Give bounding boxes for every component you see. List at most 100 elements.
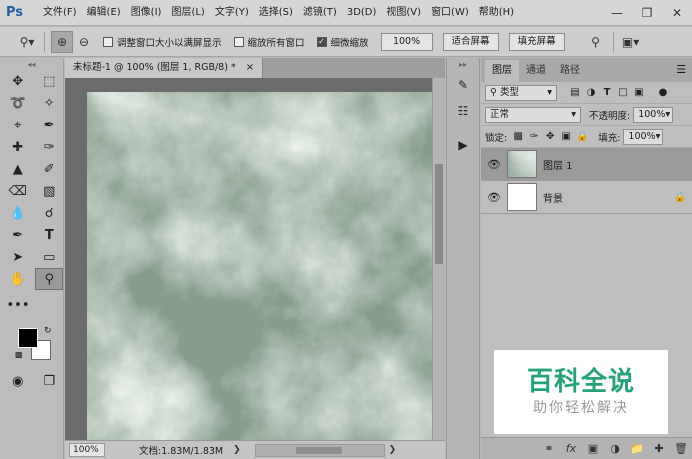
gradient-tool-icon[interactable]: ▧ xyxy=(36,180,64,202)
cloud-canvas[interactable] xyxy=(87,92,432,440)
menu-image[interactable]: 图像(I) xyxy=(126,0,167,26)
menu-window[interactable]: 窗口(W) xyxy=(426,0,474,26)
more-tools-icon[interactable]: ••• xyxy=(4,294,32,316)
healing-brush-icon[interactable]: ✚ xyxy=(4,136,32,158)
lock-artboard-icon[interactable]: ▣ xyxy=(558,131,574,142)
actions-play-icon[interactable]: ▶ xyxy=(452,134,474,156)
canvas-area[interactable] xyxy=(65,78,432,440)
fit-screen-button[interactable]: 适合屏幕 xyxy=(442,32,499,51)
horizontal-scrollbar[interactable] xyxy=(254,443,385,457)
zoom-in-icon[interactable]: ⊕ xyxy=(51,30,73,53)
scroll-right-icon[interactable]: ❯ xyxy=(389,445,397,455)
properties-panel-icon[interactable]: ☷ xyxy=(452,100,474,122)
layer-row-background[interactable]: 👁 背景 🔒 xyxy=(481,181,692,214)
close-icon[interactable]: ✕ xyxy=(662,0,692,26)
filter-toggle-icon[interactable]: ● xyxy=(655,87,671,98)
type-tool-icon[interactable]: T xyxy=(36,224,64,246)
dodge-tool-icon[interactable]: ☌ xyxy=(36,202,64,224)
blend-mode-select[interactable]: 正常 ▾ xyxy=(485,106,581,123)
lock-transparent-icon[interactable]: ▩ xyxy=(510,131,526,142)
zoom-tool-preset-icon[interactable]: ⚲▾ xyxy=(16,31,38,53)
crop-tool-icon[interactable]: ⌖ xyxy=(4,114,32,136)
zoom-tool-icon[interactable]: ⚲ xyxy=(35,268,63,290)
rectangle-tool-icon[interactable]: ▭ xyxy=(36,246,64,268)
menu-3d[interactable]: 3D(D) xyxy=(342,0,382,26)
tab-channels[interactable]: 通道 xyxy=(519,60,553,82)
filter-type-icon[interactable]: T xyxy=(599,87,615,98)
blur-tool-icon[interactable]: 💧 xyxy=(4,202,32,224)
menu-select[interactable]: 选择(S) xyxy=(254,0,298,26)
resize-windows-checkbox[interactable]: 调整窗口大小以满屏显示 xyxy=(103,35,222,49)
filter-smartobject-icon[interactable]: ▣ xyxy=(631,87,647,98)
checkbox-box[interactable] xyxy=(103,36,113,47)
new-group-icon[interactable]: 📁 xyxy=(626,442,648,455)
menu-view[interactable]: 视图(V) xyxy=(381,0,426,26)
menu-edit[interactable]: 编辑(E) xyxy=(82,0,126,26)
lock-all-icon[interactable]: 🔒 xyxy=(574,131,590,142)
lock-image-icon[interactable]: ✑ xyxy=(526,131,542,142)
filter-adjustment-icon[interactable]: ◑ xyxy=(583,87,599,98)
document-tab[interactable]: 未标题-1 @ 100% (图层 1, RGB/8) * × xyxy=(65,58,264,78)
checkbox-checked[interactable]: ✓ xyxy=(316,36,327,47)
screen-mode-icon[interactable]: ❐ xyxy=(36,370,64,392)
layer-style-icon[interactable]: fx xyxy=(560,442,582,455)
restore-icon[interactable]: ❐ xyxy=(632,0,662,26)
menu-filter[interactable]: 滤镜(T) xyxy=(298,0,342,26)
trash-icon[interactable]: 🗑 xyxy=(670,442,692,455)
clone-stamp-icon[interactable]: ▲ xyxy=(4,158,32,180)
status-menu-arrow-icon[interactable]: ❯ xyxy=(233,445,241,455)
zoom-percent-button[interactable]: 100% xyxy=(380,32,433,51)
add-mask-icon[interactable]: ▣ xyxy=(582,442,604,455)
link-layers-icon[interactable]: ⚭ xyxy=(538,442,560,455)
layer-row-layer1[interactable]: 👁 图层 1 xyxy=(481,148,692,181)
fill-field[interactable]: 100% ▾ xyxy=(623,128,664,145)
opacity-field[interactable]: 100% ▾ xyxy=(633,106,674,123)
menu-help[interactable]: 帮助(H) xyxy=(474,0,519,26)
foreground-color-swatch[interactable] xyxy=(18,328,38,348)
path-selection-icon[interactable]: ➤ xyxy=(4,246,32,268)
filter-pixel-icon[interactable]: ▤ xyxy=(567,87,583,98)
tab-paths[interactable]: 路径 xyxy=(553,60,587,82)
tab-layers[interactable]: 图层 xyxy=(485,60,519,82)
hand-tool-icon[interactable]: ✋ xyxy=(4,268,31,290)
menu-file[interactable]: 文件(F) xyxy=(38,0,82,26)
panel-grip-icon[interactable]: ◂◂ xyxy=(0,58,63,70)
fill-screen-button[interactable]: 填充屏幕 xyxy=(508,32,565,51)
scroll-thumb[interactable] xyxy=(435,164,443,264)
panel-menu-icon[interactable]: ☰ xyxy=(676,63,686,76)
workspace-icon[interactable]: ▣▾ xyxy=(620,31,642,53)
search-icon[interactable]: ⚲ xyxy=(585,31,607,53)
eye-icon[interactable]: 👁 xyxy=(481,191,507,204)
filter-type-select[interactable]: ⚲ 类型 ▾ xyxy=(485,84,557,101)
zoom-out-icon[interactable]: ⊖ xyxy=(73,31,95,53)
scroll-thumb[interactable] xyxy=(295,446,342,454)
scrubby-zoom-checkbox[interactable]: ✓ 细微缩放 xyxy=(316,35,369,49)
zoom-level-field[interactable]: 100% xyxy=(69,443,105,457)
quick-mask-icon[interactable]: ◉ xyxy=(4,370,32,392)
history-panel-icon[interactable]: ✎ xyxy=(452,74,474,96)
eyedropper-icon[interactable]: ✒ xyxy=(36,114,64,136)
eye-icon[interactable]: 👁 xyxy=(481,158,507,171)
default-colors-icon[interactable]: ▩ xyxy=(15,350,23,359)
history-brush-icon[interactable]: ✐ xyxy=(36,158,64,180)
menu-layer[interactable]: 图层(L) xyxy=(166,0,209,26)
swap-colors-icon[interactable]: ↻ xyxy=(44,326,52,336)
new-layer-icon[interactable]: ✚ xyxy=(648,442,670,455)
brush-tool-icon[interactable]: ✑ xyxy=(36,136,64,158)
checkbox-box[interactable] xyxy=(233,36,244,47)
adjustment-layer-icon[interactable]: ◑ xyxy=(604,442,626,455)
move-tool-icon[interactable]: ✥ xyxy=(4,70,32,92)
lasso-tool-icon[interactable]: ➰ xyxy=(4,92,32,114)
eraser-tool-icon[interactable]: ⌫ xyxy=(4,180,32,202)
menu-type[interactable]: 文字(Y) xyxy=(210,0,254,26)
magic-wand-icon[interactable]: ✧ xyxy=(36,92,64,114)
filter-shape-icon[interactable]: □ xyxy=(615,87,631,98)
vertical-scrollbar[interactable] xyxy=(432,78,445,440)
minimize-icon[interactable]: — xyxy=(602,0,632,26)
zoom-all-windows-checkbox[interactable]: 缩放所有窗口 xyxy=(233,35,305,49)
marquee-tool-icon[interactable]: ⬚ xyxy=(36,70,64,92)
pen-tool-icon[interactable]: ✒ xyxy=(4,224,32,246)
panel-grip-icon[interactable]: ▸▸ xyxy=(447,58,479,70)
lock-position-icon[interactable]: ✥ xyxy=(542,131,558,142)
close-document-icon[interactable]: × xyxy=(246,58,254,78)
